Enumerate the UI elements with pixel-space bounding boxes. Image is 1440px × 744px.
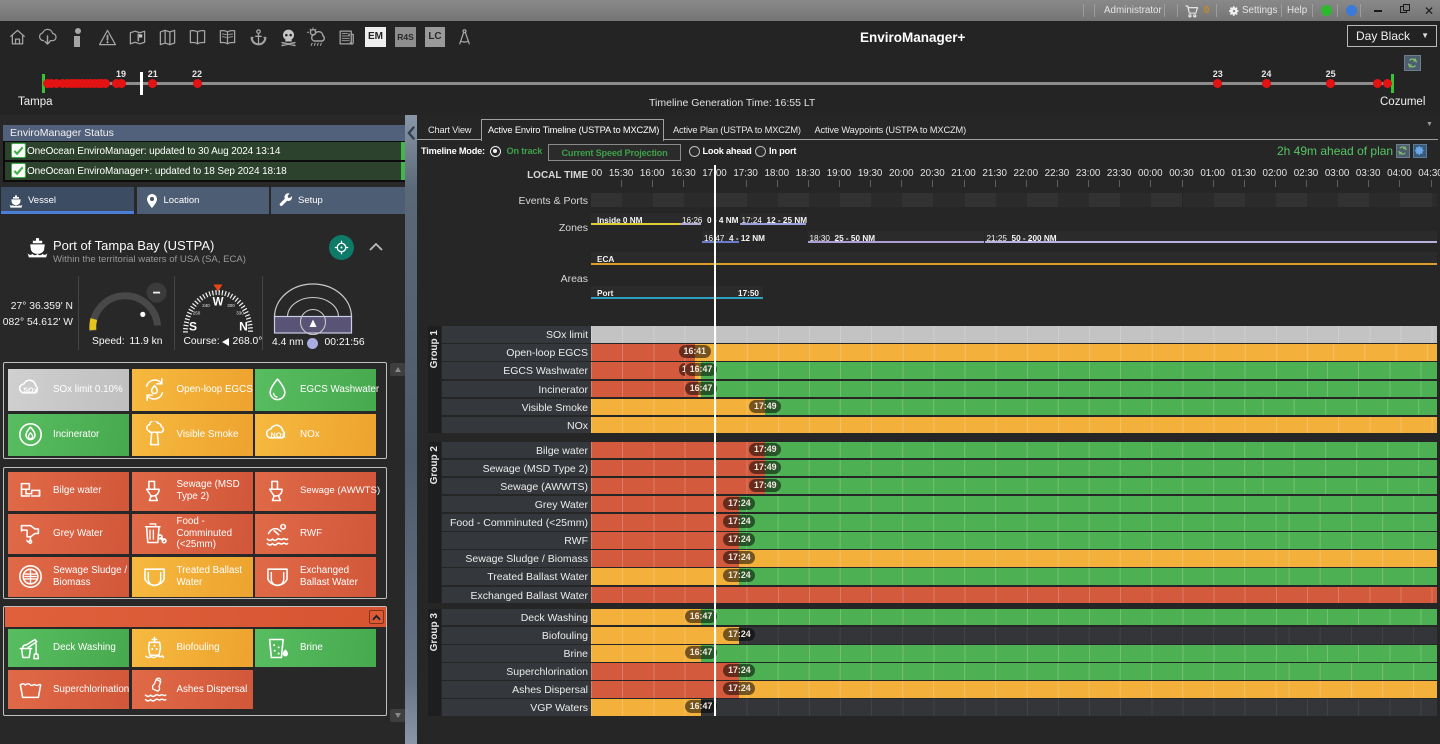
svg-text:240: 240	[202, 303, 210, 308]
svg-text:SOx: SOx	[23, 385, 38, 394]
svg-text:330: 330	[236, 311, 244, 316]
svg-text:N: N	[239, 320, 248, 334]
svg-text:NOx: NOx	[271, 430, 286, 439]
svg-text:250: 250	[193, 311, 201, 316]
svg-text:300: 300	[227, 303, 235, 308]
svg-text:S: S	[189, 320, 197, 334]
svg-text:W: W	[213, 297, 224, 309]
